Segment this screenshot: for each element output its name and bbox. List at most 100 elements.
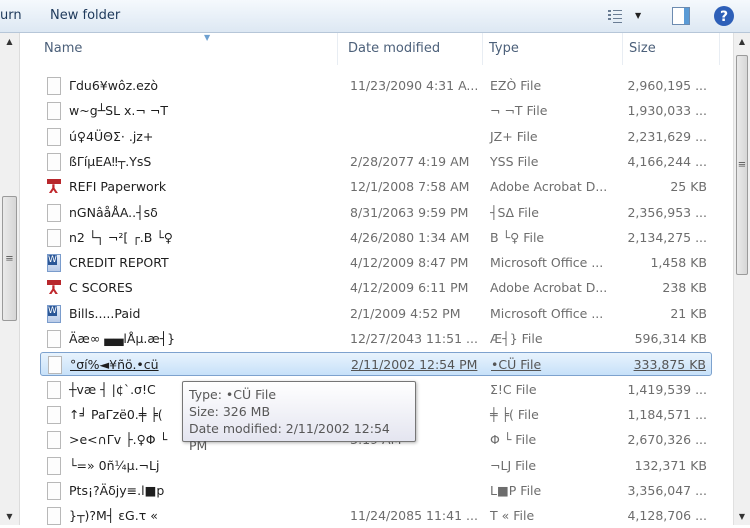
file-date: 4/12/2009 6:11 PM <box>350 280 469 296</box>
new-folder-button[interactable]: New folder <box>50 8 120 23</box>
file-row[interactable]: REFI Paperwork 12/1/2008 7:58 AM Adobe A… <box>40 175 712 199</box>
file-date: 2/28/2077 4:19 AM <box>350 153 470 169</box>
navigation-pane-scrollbar[interactable]: ▲ ▼ <box>0 33 20 525</box>
file-name: Pts¡?Äδjy≡.l■p <box>69 482 165 498</box>
generic-file-icon <box>47 330 61 348</box>
file-size: 1,930,033 ... <box>627 103 707 119</box>
file-date: 11/24/2085 11:41 ... <box>350 508 478 524</box>
file-name: nGNâåÅA..┤sδ <box>69 204 158 220</box>
file-name: ↑╛ PaΓzë0.╪ ╞( <box>69 406 163 422</box>
file-size: 1,458 KB <box>650 255 707 271</box>
views-icon[interactable] <box>606 6 626 26</box>
file-list-scrollbar[interactable]: ▲ ▼ <box>733 33 750 525</box>
file-type: Adobe Acrobat D... <box>490 280 608 296</box>
file-row[interactable]: n2 └┐ ¬²[ ┌.B └♀ 4/26/2080 1:34 AM B └♀ … <box>40 226 712 250</box>
word-document-icon <box>47 304 61 323</box>
file-name: Äæ∞ ▄▄lÅµ.æ┤} <box>69 331 176 346</box>
scroll-up-icon[interactable]: ▲ <box>0 37 19 46</box>
file-date: 2/11/2002 12:54 PM <box>351 357 478 373</box>
scroll-down-icon[interactable]: ▼ <box>734 512 750 521</box>
file-row[interactable]: Pts¡?Äδjy≡.l■p L■P File 3,356,047 ... <box>40 479 712 503</box>
file-size: 4,166,244 ... <box>627 153 707 169</box>
file-row[interactable]: CREDIT REPORT 4/12/2009 8:47 PM Microsof… <box>40 251 712 275</box>
file-type: EZÒ File <box>490 78 542 93</box>
file-size: 3,356,047 ... <box>627 482 707 498</box>
scroll-down-icon[interactable]: ▼ <box>0 512 19 521</box>
help-icon[interactable]: ? <box>713 5 735 26</box>
file-row[interactable]: Γdu6¥wôz.ezò 11/23/2090 4:31 A... EZÒ Fi… <box>40 74 712 98</box>
file-date: 2/1/2009 4:52 PM <box>350 305 461 321</box>
file-size: 2,356,953 ... <box>627 204 707 220</box>
file-size: 238 KB <box>662 280 707 296</box>
file-size: 1,419,539 ... <box>627 381 707 397</box>
preview-pane-icon[interactable] <box>671 6 691 26</box>
column-header-date[interactable]: Date modified <box>342 33 483 65</box>
file-row[interactable]: }┬)?M┤ εG.τ « 11/24/2085 11:41 ... T « F… <box>40 504 712 528</box>
file-name: n2 └┐ ¬²[ ┌.B └♀ <box>69 229 173 245</box>
file-name: w~g┴SL x.¬ ¬T <box>69 103 168 119</box>
file-row[interactable]: w~g┴SL x.¬ ¬T ¬ ¬T File 1,930,033 ... <box>40 99 712 123</box>
tooltip-date: Date modified: 2/11/2002 12:54 PM <box>189 421 390 453</box>
file-type: ╪ ╞( File <box>490 406 539 422</box>
generic-file-icon <box>47 456 61 475</box>
file-name: └=» 0ñ¼µ.¬Lj <box>69 457 160 473</box>
command-bar: urn New folder ▼ ? <box>0 0 750 33</box>
tooltip-size: Size: 326 MB <box>189 404 271 419</box>
file-size: 596,314 KB <box>634 331 707 346</box>
file-size: 2,231,629 ... <box>627 128 707 144</box>
file-name: C SCORES <box>69 280 133 296</box>
sort-indicator-icon: ▼ <box>204 33 211 42</box>
file-row[interactable]: └=» 0ñ¼µ.¬Lj ¬LJ File 132,371 KB <box>40 454 712 478</box>
file-row[interactable]: Bills.....Paid 2/1/2009 4:52 PM Microsof… <box>40 302 712 326</box>
generic-file-icon <box>47 228 61 247</box>
burn-button[interactable]: urn <box>0 8 22 23</box>
scrollbar-thumb[interactable] <box>736 55 748 275</box>
file-type: Φ └ File <box>490 432 537 448</box>
file-type: Adobe Acrobat D... <box>490 179 608 195</box>
generic-file-icon <box>47 380 61 399</box>
scroll-up-icon[interactable]: ▲ <box>734 37 750 46</box>
file-type: Σ!C File <box>490 381 537 397</box>
file-date: 8/31/2063 9:59 PM <box>350 204 469 220</box>
file-type: Microsoft Office ... <box>490 305 604 321</box>
generic-file-icon <box>47 102 61 121</box>
file-row[interactable]: °σí%◄¥ñö.•cü 2/11/2002 12:54 PM •CÜ File… <box>40 352 712 377</box>
column-header-size[interactable]: Size <box>623 33 720 65</box>
file-row[interactable]: ú♀4ÜΘΣ· .jz+ JZ+ File 2,231,629 ... <box>40 125 712 149</box>
file-row[interactable]: Äæ∞ ▄▄lÅµ.æ┤} 12/27/2043 11:51 ... Æ┤} F… <box>40 327 712 351</box>
file-size: 21 KB <box>670 305 707 321</box>
file-name: Γdu6¥wôz.ezò <box>69 78 159 93</box>
file-row[interactable]: ßΓíµEA‼┬.YsS 2/28/2077 4:19 AM YSS File … <box>40 150 712 174</box>
column-header-name[interactable]: Name <box>38 33 338 65</box>
file-type: ¬ ¬T File <box>490 103 548 119</box>
file-type: Æ┤} File <box>490 331 543 346</box>
views-dropdown-icon[interactable]: ▼ <box>635 11 647 31</box>
file-size: 4,128,706 ... <box>627 508 707 524</box>
word-document-icon <box>47 254 61 273</box>
file-type: T « File <box>490 508 535 524</box>
file-type: •CÜ File <box>491 357 542 373</box>
file-row[interactable]: nGNâåÅA..┤sδ 8/31/2063 9:59 PM ┤SΔ File … <box>40 201 712 225</box>
file-name: }┬)?M┤ εG.τ « <box>69 508 158 524</box>
file-row[interactable]: C SCORES 4/12/2009 6:11 PM Adobe Acrobat… <box>40 276 712 300</box>
column-header-type[interactable]: Type <box>483 33 623 65</box>
generic-file-icon <box>48 356 62 375</box>
pdf-file-icon <box>47 279 61 298</box>
file-type: ¬LJ File <box>490 457 537 473</box>
generic-file-icon <box>47 405 61 424</box>
file-size: 25 KB <box>670 179 707 195</box>
scrollbar-thumb[interactable] <box>2 196 17 321</box>
file-size: 132,371 KB <box>634 457 707 473</box>
file-size: 2,134,275 ... <box>627 229 707 245</box>
file-size: 1,184,571 ... <box>627 406 707 422</box>
file-size: 333,875 KB <box>633 357 706 373</box>
generic-file-icon <box>47 481 61 500</box>
tooltip-type: Type: •CÜ File <box>189 387 277 402</box>
file-type: B └♀ File <box>490 229 545 245</box>
file-name: °σí%◄¥ñö.•cü <box>70 357 159 373</box>
file-name: >e<∩Γv ├.♀Φ └ <box>69 432 168 448</box>
file-type: L■P File <box>490 482 542 498</box>
generic-file-icon <box>47 203 61 222</box>
file-name: Bills.....Paid <box>69 305 141 321</box>
file-date: 12/1/2008 7:58 AM <box>350 179 470 195</box>
